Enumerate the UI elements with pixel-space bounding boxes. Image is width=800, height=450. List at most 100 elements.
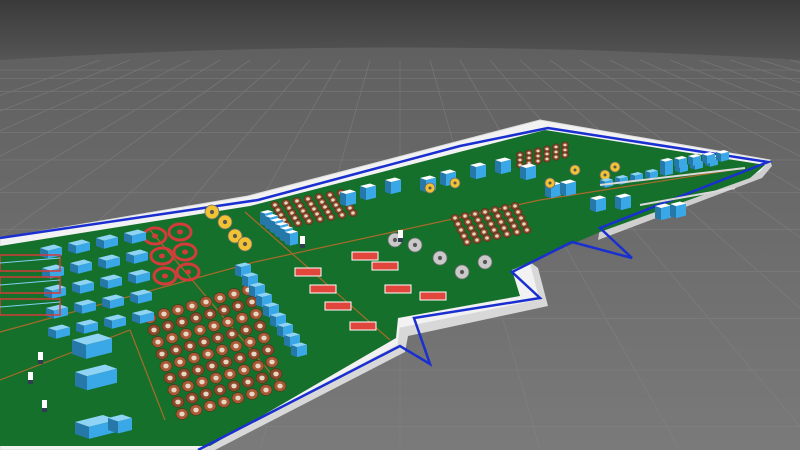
factory-scene[interactable] bbox=[0, 0, 800, 450]
wire-coil bbox=[217, 396, 231, 408]
wire-coil bbox=[171, 396, 185, 408]
wire-coil bbox=[181, 380, 195, 392]
wire-coil bbox=[207, 320, 221, 332]
extrusion-unit bbox=[285, 230, 298, 246]
wire-coil bbox=[219, 356, 233, 368]
winding-machine bbox=[560, 179, 576, 197]
wire-coil bbox=[326, 213, 336, 221]
winding-machine bbox=[520, 163, 536, 181]
wire-coil bbox=[187, 352, 201, 364]
wire-coil bbox=[189, 404, 203, 416]
cable-drum bbox=[217, 214, 233, 230]
winding-machine bbox=[385, 177, 401, 195]
wire-coil bbox=[155, 348, 169, 360]
wire-coil bbox=[253, 320, 267, 332]
wire-coil bbox=[227, 380, 241, 392]
wire-coil bbox=[189, 312, 203, 324]
cable-drum bbox=[569, 164, 581, 176]
wire-coil bbox=[199, 296, 213, 308]
wire-coil bbox=[249, 308, 263, 320]
conveyor bbox=[324, 301, 352, 311]
wire-coil bbox=[165, 332, 179, 344]
wire-coil bbox=[304, 217, 314, 225]
worker-figure bbox=[28, 372, 33, 384]
wire-coil bbox=[225, 328, 239, 340]
wire-coil bbox=[209, 372, 223, 384]
cable-drum bbox=[449, 177, 461, 189]
wire-coil bbox=[265, 356, 279, 368]
3d-viewport[interactable] bbox=[0, 0, 800, 450]
wire-coil bbox=[512, 228, 522, 236]
winding-machine bbox=[470, 162, 486, 180]
steel-drum bbox=[407, 237, 423, 253]
wire-coil bbox=[147, 324, 161, 336]
steel-drum bbox=[454, 264, 470, 280]
wire-coil bbox=[157, 308, 171, 320]
wire-coil bbox=[175, 316, 189, 328]
worker-figure bbox=[42, 400, 47, 412]
worker-figure bbox=[398, 230, 403, 242]
wire-coil bbox=[561, 151, 569, 159]
conveyor bbox=[294, 267, 322, 277]
wire-coil bbox=[199, 388, 213, 400]
wire-coil bbox=[552, 153, 560, 161]
wire-coil bbox=[348, 209, 358, 217]
wire-coil bbox=[195, 376, 209, 388]
conveyor bbox=[351, 251, 379, 261]
wire-coil bbox=[171, 304, 185, 316]
production-machine bbox=[688, 154, 701, 166]
winding-machine bbox=[670, 201, 686, 219]
wire-coil bbox=[151, 336, 165, 348]
wire-coil bbox=[245, 388, 259, 400]
wire-coil bbox=[237, 364, 251, 376]
wire-coil bbox=[522, 226, 532, 234]
wire-coil bbox=[235, 312, 249, 324]
wire-coil bbox=[534, 157, 542, 165]
production-machine bbox=[660, 158, 673, 170]
winding-machine bbox=[495, 157, 511, 175]
winding-machine bbox=[615, 193, 631, 211]
wire-coil bbox=[229, 340, 243, 352]
wire-coil bbox=[167, 384, 181, 396]
wire-coil bbox=[337, 211, 347, 219]
wire-coil bbox=[215, 344, 229, 356]
conveyor bbox=[349, 321, 377, 331]
wire-coil bbox=[482, 234, 492, 242]
wire-coil bbox=[163, 372, 177, 384]
wire-coil bbox=[169, 344, 183, 356]
wire-coil bbox=[185, 392, 199, 404]
control-cabinet bbox=[108, 414, 132, 434]
wire-coil bbox=[193, 324, 207, 336]
wire-coil bbox=[273, 380, 287, 392]
wire-coil bbox=[227, 288, 241, 300]
wire-coil bbox=[175, 408, 189, 420]
wire-coil bbox=[203, 308, 217, 320]
steel-drum bbox=[477, 254, 493, 270]
cable-drum bbox=[544, 177, 556, 189]
worker-figure bbox=[38, 352, 43, 364]
wire-coil bbox=[462, 238, 472, 246]
worker-figure bbox=[300, 236, 305, 248]
winding-machine bbox=[590, 195, 606, 213]
winding-machine bbox=[655, 203, 671, 221]
cable-drum bbox=[204, 204, 220, 220]
production-machine bbox=[716, 150, 729, 162]
wire-coil bbox=[185, 300, 199, 312]
wire-coil bbox=[231, 300, 245, 312]
production-machine bbox=[702, 152, 715, 164]
wire-coil bbox=[269, 368, 283, 380]
wire-coil bbox=[213, 384, 227, 396]
wire-coil bbox=[261, 344, 275, 356]
wire-coil bbox=[217, 304, 231, 316]
wire-coil bbox=[173, 356, 187, 368]
conveyor bbox=[309, 284, 337, 294]
wire-coil bbox=[203, 400, 217, 412]
winding-machine bbox=[360, 183, 376, 201]
wire-coil bbox=[502, 230, 512, 238]
wire-coil bbox=[221, 316, 235, 328]
cable-drum bbox=[237, 236, 253, 252]
wire-coil bbox=[251, 360, 265, 372]
wire-coil bbox=[293, 219, 303, 227]
wire-coil bbox=[315, 215, 325, 223]
wire-coil bbox=[213, 292, 227, 304]
